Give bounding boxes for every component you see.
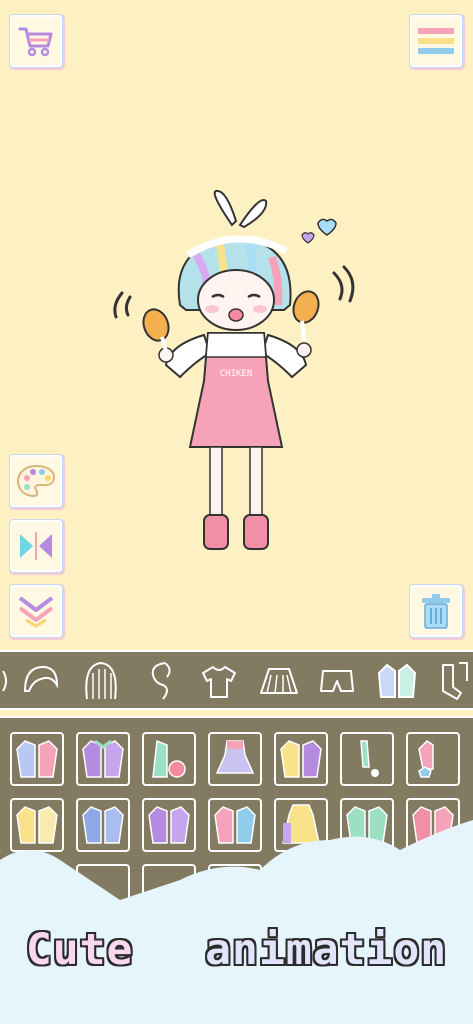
- character-avatar[interactable]: CHIKEN: [100, 185, 370, 569]
- flip-icon: [20, 532, 52, 560]
- scarf-item-icon: [360, 740, 379, 777]
- trash-icon: [422, 594, 450, 629]
- skirt-icon: [260, 668, 298, 694]
- category-tshirt[interactable]: [196, 658, 242, 704]
- palette-button[interactable]: [10, 455, 62, 507]
- caption-word-1: Cute: [25, 925, 134, 975]
- jacket-icon: [377, 663, 417, 698]
- item-cell[interactable]: [406, 732, 460, 786]
- jacket-item-icon: [82, 739, 124, 778]
- category-hair-short[interactable]: [18, 658, 64, 704]
- jacket-item-icon: [280, 740, 322, 778]
- item-cell[interactable]: [142, 732, 196, 786]
- category-skirt[interactable]: [256, 658, 302, 704]
- menu-lines-icon: [418, 28, 454, 54]
- shorts-icon: [320, 670, 354, 692]
- socks-icon: [442, 662, 468, 700]
- shopping-cart-icon: [18, 27, 53, 57]
- flip-button[interactable]: [10, 520, 62, 572]
- caption-text: Cute animation: [0, 925, 473, 975]
- jacket-item-icon: [16, 740, 58, 778]
- hair-short-icon: [23, 665, 59, 692]
- menu-button[interactable]: [410, 15, 462, 67]
- item-cell[interactable]: [76, 732, 130, 786]
- jacket-item-icon: [418, 740, 434, 778]
- trash-button[interactable]: [410, 585, 462, 637]
- hair-side-icon: [151, 662, 171, 700]
- category-hair-side[interactable]: [138, 658, 184, 704]
- shirt-text: CHIKEN: [220, 369, 253, 379]
- category-shorts[interactable]: [314, 658, 360, 704]
- category-partial[interactable]: [0, 658, 16, 704]
- dress-item-icon: [215, 740, 255, 774]
- category-hair-long[interactable]: [78, 658, 124, 704]
- palette-icon: [16, 464, 56, 498]
- item-cell[interactable]: [274, 732, 328, 786]
- category-bar: [0, 650, 473, 710]
- caption-word-2: animation: [205, 925, 448, 975]
- collapse-button[interactable]: [10, 585, 62, 637]
- category-socks[interactable]: [432, 658, 473, 704]
- cloud-banner: [0, 820, 473, 1024]
- hair-long-icon: [85, 661, 117, 700]
- category-jacket-selected[interactable]: [374, 658, 420, 704]
- item-cell[interactable]: [10, 732, 64, 786]
- item-cell[interactable]: [208, 732, 262, 786]
- double-chevron-down-icon: [18, 596, 54, 628]
- item-cell[interactable]: [340, 732, 394, 786]
- jacket-item-icon: [152, 739, 186, 778]
- tshirt-icon: [202, 666, 236, 698]
- shop-button[interactable]: [10, 15, 62, 67]
